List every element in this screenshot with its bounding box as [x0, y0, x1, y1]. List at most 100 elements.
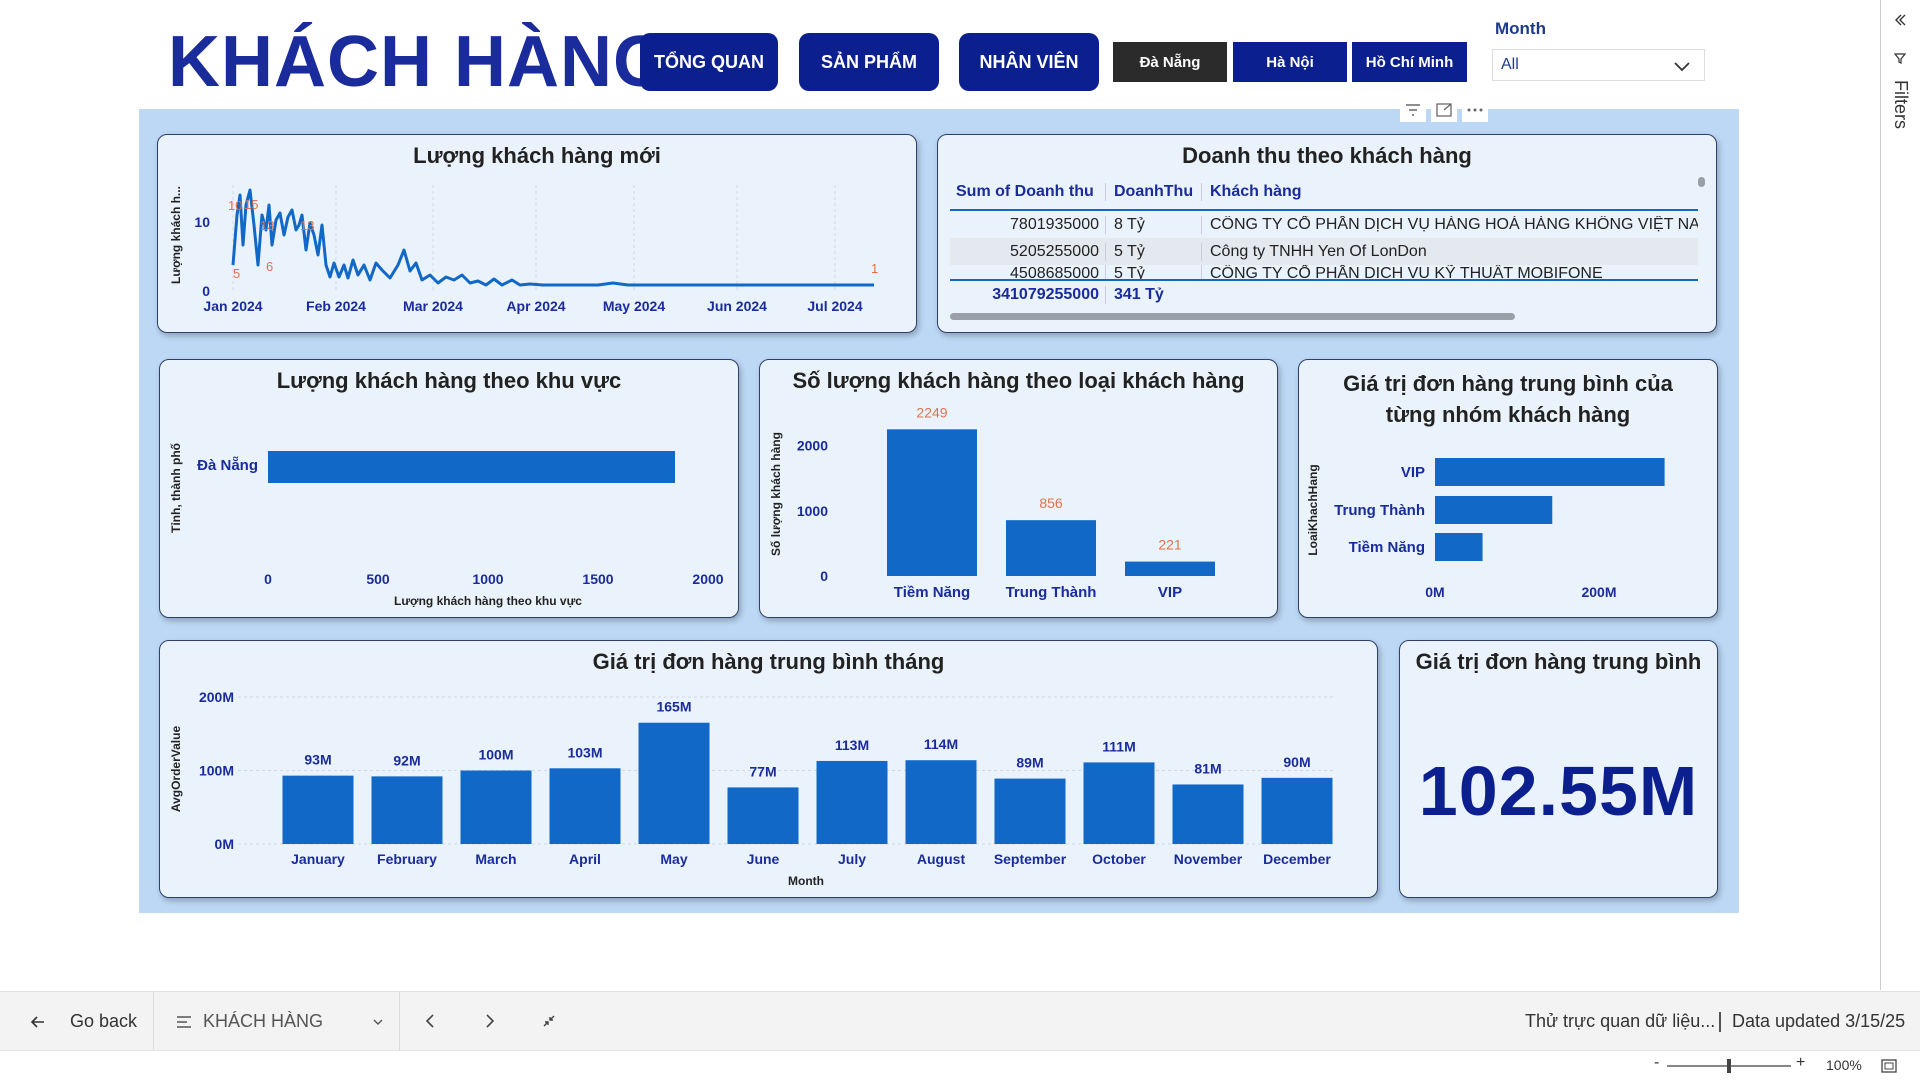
filters-pane-label[interactable]: Filters [1890, 80, 1911, 129]
customer-type-card[interactable]: Số lượng khách hàng theo loại khách hàng… [759, 359, 1278, 618]
vertical-scrollbar[interactable] [1698, 177, 1705, 187]
fit-to-page-icon[interactable] [1880, 1058, 1898, 1074]
page-menu-dropdown[interactable]: KHÁCH HÀNG [175, 992, 385, 1051]
previous-page-icon[interactable] [422, 1012, 438, 1030]
bar[interactable] [1261, 777, 1333, 844]
nav-button-products[interactable]: SẢN PHẨM [799, 33, 939, 91]
bar[interactable] [371, 776, 443, 844]
category-label: Tiềm Năng [1349, 539, 1425, 556]
month-filter-label: Month [1495, 19, 1546, 38]
x-tick: 200M [1581, 584, 1616, 600]
bar[interactable] [1083, 762, 1155, 844]
monthly-avg-card[interactable]: Giá trị đơn hàng trung bình tháng AvgOrd… [159, 640, 1378, 898]
nav-button-overview[interactable]: TỔNG QUAN [640, 33, 778, 91]
table-row[interactable]: 7801935000 8 Tỷ CÔNG TY CỔ PHẦN DỊCH VỤ … [950, 211, 1698, 238]
city-button-ha-noi[interactable]: Hà Nội [1233, 42, 1347, 82]
category-label: March [475, 851, 516, 867]
data-label: 6 [266, 259, 273, 274]
category-label: November [1174, 851, 1243, 867]
month-filter-value: All [1501, 56, 1519, 73]
y-tick: 0M [215, 836, 234, 852]
bar[interactable] [816, 760, 888, 844]
bar[interactable] [1006, 520, 1096, 576]
y-tick: 10 [194, 214, 210, 230]
table-total-cell: 341079255000 [992, 285, 1099, 303]
city-button-da-nang[interactable]: Đà Nẵng [1113, 42, 1227, 82]
x-tick: 500 [366, 571, 390, 587]
table-cell: 5205255000 [1010, 242, 1099, 260]
x-tick: 0 [264, 571, 272, 587]
bar[interactable] [1435, 496, 1553, 524]
revenue-table-card[interactable]: Doanh thu theo khách hàng Sum of Doanh t… [937, 134, 1717, 333]
data-label: 100M [478, 747, 513, 763]
city-button-ho-chi-minh[interactable]: Hồ Chí Minh [1352, 42, 1467, 82]
bar[interactable] [1435, 458, 1665, 486]
group-ylabel: LoaiKhachHang [1306, 464, 1320, 555]
region-card[interactable]: Lượng khách hàng theo khu vực Tỉnh, thàn… [159, 359, 739, 618]
data-label: 221 [1158, 537, 1182, 553]
table-cell: Công ty TNHH Yen Of LonDon [1201, 242, 1698, 261]
bar[interactable] [549, 768, 621, 844]
data-label: 856 [1039, 495, 1063, 511]
data-label: 13 [260, 218, 274, 233]
filters-pane[interactable] [1880, 0, 1920, 990]
data-label: 77M [749, 763, 776, 779]
bar[interactable] [1172, 784, 1244, 844]
bar[interactable] [1435, 533, 1483, 561]
month-filter-dropdown[interactable]: All [1492, 49, 1705, 81]
category-label: Đà Nẵng [197, 457, 258, 474]
x-tick: May 2024 [603, 298, 665, 314]
more-options-icon[interactable] [1467, 108, 1471, 112]
bar[interactable] [994, 778, 1066, 844]
category-label: August [917, 851, 966, 867]
x-tick: 1500 [582, 571, 613, 587]
x-tick: Mar 2024 [403, 298, 463, 314]
next-page-icon[interactable] [482, 1012, 498, 1030]
collapse-pane-icon[interactable] [1892, 12, 1908, 28]
table-cell: 5 Tỷ [1105, 242, 1201, 261]
column-header-revenue[interactable]: DoanhThu [1105, 183, 1201, 201]
divider [153, 992, 154, 1051]
revenue-table-title: Doanh thu theo khách hàng [1182, 143, 1472, 168]
table-row[interactable]: 4508685000 5 Tỷ CÔNG TY CỔ PHẦN DỊCH VỤ … [950, 265, 1698, 279]
table-cell: CÔNG TY CỔ PHẦN DỊCH VỤ KỸ THUẬT MOBIFON… [1201, 265, 1698, 279]
y-tick: 100M [199, 763, 234, 779]
column-header-customer[interactable]: Khách hàng [1201, 183, 1698, 201]
exit-fullscreen-icon[interactable] [540, 1012, 558, 1030]
new-customers-chart: Lượng khách h... 0 10 10 15 13 13 5 6 1 … [169, 185, 878, 314]
bar[interactable] [1125, 561, 1215, 576]
column-header-sum-revenue[interactable]: Sum of Doanh thu [950, 183, 1105, 201]
bottom-navigation-bar: Go back KHÁCH HÀNG Thử trực quan dữ liệu… [0, 991, 1920, 1051]
bar[interactable] [905, 760, 977, 844]
category-label: February [377, 851, 437, 867]
bar[interactable] [460, 770, 532, 845]
bar[interactable] [282, 775, 354, 844]
monthly-xlabel: Month [788, 874, 824, 888]
table-header: Sum of Doanh thu DoanhThu Khách hàng [950, 175, 1698, 211]
group-avg-card[interactable]: Giá trị đơn hàng trung bình của từng nhó… [1298, 359, 1718, 618]
ask-data-link[interactable]: Thử trực quan dữ liệu... [1525, 992, 1715, 1051]
horizontal-scrollbar[interactable] [950, 313, 1515, 320]
category-label: Trung Thành [1334, 502, 1425, 519]
bar[interactable] [268, 451, 675, 483]
bar[interactable] [727, 787, 799, 844]
category-label: May [660, 851, 687, 867]
chevron-down-icon [373, 1019, 383, 1025]
go-back-button[interactable]: Go back [28, 992, 137, 1051]
bar[interactable] [887, 429, 977, 576]
zoom-out-button[interactable]: - [1654, 1054, 1659, 1072]
data-label: 92M [393, 752, 420, 768]
zoom-slider-handle[interactable] [1727, 1059, 1731, 1073]
x-tick: 0M [1425, 584, 1444, 600]
avg-order-card[interactable]: Giá trị đơn hàng trung bình 102.55M [1399, 640, 1718, 898]
nav-button-employees[interactable]: NHÂN VIÊN [959, 33, 1099, 91]
table-row[interactable]: 5205255000 5 Tỷ Công ty TNHH Yen Of LonD… [950, 238, 1698, 265]
data-label: 90M [1283, 754, 1310, 770]
category-label: April [569, 851, 601, 867]
new-customers-card[interactable]: Lượng khách hàng mới Lượng khách h... 0 … [157, 134, 917, 333]
zoom-in-button[interactable]: + [1796, 1054, 1805, 1072]
bar[interactable] [638, 722, 710, 844]
go-back-label: Go back [70, 1011, 138, 1031]
category-label: October [1092, 851, 1146, 867]
y-tick: 200M [199, 689, 234, 705]
